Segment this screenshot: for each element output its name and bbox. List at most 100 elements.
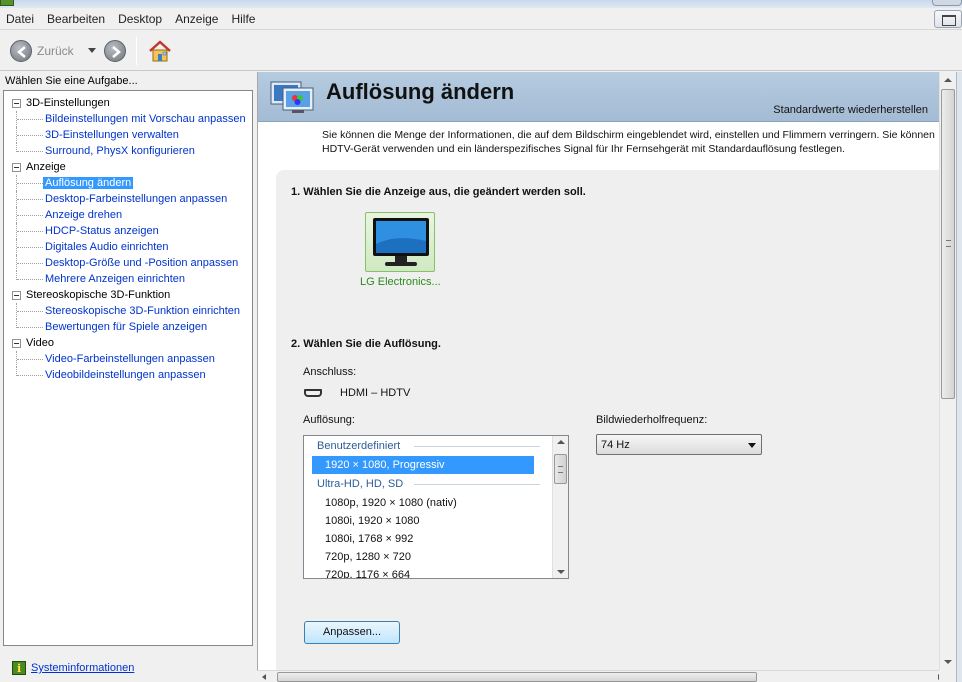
main-vertical-scrollbar[interactable] bbox=[939, 72, 956, 670]
list-item-selected[interactable]: 1920 × 1080, Progressiv bbox=[312, 456, 534, 474]
tree-item-label[interactable]: Mehrere Anzeigen einrichten bbox=[45, 273, 185, 285]
back-arrow-icon[interactable] bbox=[10, 40, 32, 62]
tree-category-3d[interactable]: 3D-Einstellungen bbox=[10, 95, 252, 111]
menu-anzeige[interactable]: Anzeige bbox=[175, 12, 218, 26]
collapse-icon[interactable] bbox=[12, 163, 21, 172]
tree-item[interactable]: Surround, PhysX konfigurieren bbox=[10, 143, 252, 159]
tree-item-label[interactable]: Video-Farbeinstellungen anpassen bbox=[45, 353, 215, 365]
menu-bearbeiten[interactable]: Bearbeiten bbox=[47, 12, 105, 26]
monitor-icon bbox=[373, 218, 429, 266]
list-item[interactable]: 1080i, 1768 × 992 bbox=[304, 530, 534, 548]
scroll-up-icon[interactable] bbox=[557, 440, 565, 444]
scroll-thumb[interactable] bbox=[554, 454, 567, 484]
category-label: 3D-Einstellungen bbox=[26, 97, 110, 109]
menu-bar: Datei Bearbeiten Desktop Anzeige Hilfe bbox=[0, 8, 962, 30]
tree-item-label[interactable]: 3D-Einstellungen verwalten bbox=[45, 129, 179, 141]
tree-category-video[interactable]: Video bbox=[10, 335, 252, 351]
list-item[interactable]: 1080i, 1920 × 1080 bbox=[304, 512, 534, 530]
intro-text: Sie können die Menge der Informationen, … bbox=[322, 128, 942, 156]
scroll-left-icon[interactable] bbox=[262, 674, 266, 680]
list-item[interactable]: 720p, 1280 × 720 bbox=[304, 548, 534, 566]
menu-hilfe[interactable]: Hilfe bbox=[231, 12, 255, 26]
scroll-down-icon[interactable] bbox=[944, 660, 952, 664]
forward-arrow-icon[interactable] bbox=[104, 40, 126, 62]
tree-item[interactable]: Digitales Audio einrichten bbox=[10, 239, 252, 255]
tree-item-label[interactable]: Desktop-Farbeinstellungen anpassen bbox=[45, 193, 227, 205]
home-icon[interactable] bbox=[148, 39, 172, 63]
listbox-scrollbar[interactable] bbox=[552, 436, 568, 578]
tree-item-selected[interactable]: Auflösung ändern bbox=[10, 175, 252, 191]
maximize-icon[interactable] bbox=[934, 10, 962, 28]
tree-category-stereo[interactable]: Stereoskopische 3D-Funktion bbox=[10, 287, 252, 303]
task-tree: 3D-Einstellungen Bildeinstellungen mit V… bbox=[3, 90, 253, 646]
history-dropdown-icon[interactable] bbox=[88, 48, 96, 53]
chevron-down-icon bbox=[748, 443, 756, 448]
tree-item-label[interactable]: HDCP-Status anzeigen bbox=[45, 225, 159, 237]
tree-item[interactable]: Bildeinstellungen mit Vorschau anpassen bbox=[10, 111, 252, 127]
display-settings-icon bbox=[270, 81, 314, 113]
tree-item[interactable]: Anzeige drehen bbox=[10, 207, 252, 223]
window-title-strip bbox=[0, 0, 962, 8]
intro-line: HDTV-Gerät verwenden und ein länderspezi… bbox=[322, 143, 845, 155]
tree-item[interactable]: Videobildeinstellungen anpassen bbox=[10, 367, 252, 383]
system-info-link[interactable]: Systeminformationen bbox=[31, 662, 134, 674]
tree-category-anzeige[interactable]: Anzeige bbox=[10, 159, 252, 175]
refresh-rate-label: Bildwiederholfrequenz: bbox=[596, 414, 708, 426]
tree-item[interactable]: Desktop-Größe und -Position anpassen bbox=[10, 255, 252, 271]
page-banner: Auflösung ändern Standardwerte wiederher… bbox=[258, 72, 947, 122]
tree-item-label[interactable]: Anzeige drehen bbox=[45, 209, 122, 221]
task-panel-header: Wählen Sie eine Aufgabe... bbox=[5, 75, 138, 87]
tree-item-label[interactable]: Surround, PhysX konfigurieren bbox=[45, 145, 195, 157]
scroll-thumb[interactable] bbox=[277, 672, 757, 682]
tree-item-label[interactable]: Stereoskopische 3D-Funktion einrichten bbox=[45, 305, 240, 317]
tree-item[interactable]: Stereoskopische 3D-Funktion einrichten bbox=[10, 303, 252, 319]
list-group-header: Ultra-HD, HD, SD bbox=[304, 474, 568, 494]
collapse-icon[interactable] bbox=[12, 291, 21, 300]
refresh-rate-select[interactable]: 74 Hz bbox=[596, 434, 762, 455]
resolution-label: Auflösung: bbox=[303, 414, 355, 426]
collapse-icon[interactable] bbox=[12, 99, 21, 108]
resolution-listbox[interactable]: Benutzerdefiniert 1920 × 1080, Progressi… bbox=[303, 435, 569, 579]
scroll-down-icon[interactable] bbox=[557, 570, 565, 574]
group-label: Benutzerdefiniert bbox=[317, 440, 401, 452]
main-horizontal-scrollbar[interactable] bbox=[257, 670, 947, 682]
tree-item[interactable]: HDCP-Status anzeigen bbox=[10, 223, 252, 239]
list-item[interactable]: 720p, 1176 × 664 bbox=[304, 566, 534, 578]
hdmi-icon bbox=[304, 389, 322, 397]
page-title: Auflösung ändern bbox=[326, 79, 515, 104]
tree-item[interactable]: Mehrere Anzeigen einrichten bbox=[10, 271, 252, 287]
list-item[interactable]: 1080p, 1920 × 1080 (nativ) bbox=[304, 494, 534, 512]
connection-value: HDMI – HDTV bbox=[340, 387, 411, 399]
scroll-up-icon[interactable] bbox=[944, 78, 952, 82]
restore-defaults-link[interactable]: Standardwerte wiederherstellen bbox=[773, 104, 928, 116]
tree-item-label[interactable]: Videobildeinstellungen anpassen bbox=[45, 369, 206, 381]
tree-item[interactable]: 3D-Einstellungen verwalten bbox=[10, 127, 252, 143]
tree-item-label[interactable]: Digitales Audio einrichten bbox=[45, 241, 169, 253]
connection-label: Anschluss: bbox=[303, 366, 357, 378]
collapse-icon[interactable] bbox=[12, 339, 21, 348]
list-group-header: Benutzerdefiniert bbox=[304, 436, 568, 456]
menu-desktop[interactable]: Desktop bbox=[118, 12, 162, 26]
system-info-row: Systeminformationen bbox=[12, 660, 134, 676]
monitor-tile[interactable] bbox=[365, 212, 435, 272]
tree-item[interactable]: Desktop-Farbeinstellungen anpassen bbox=[10, 191, 252, 207]
tree-item-label[interactable]: Bildeinstellungen mit Vorschau anpassen bbox=[45, 113, 246, 125]
category-label: Video bbox=[26, 337, 54, 349]
section-1-title: 1. Wählen Sie die Anzeige aus, die geänd… bbox=[291, 186, 586, 198]
customize-button[interactable]: Anpassen... bbox=[304, 621, 400, 644]
tree-item-label[interactable]: Auflösung ändern bbox=[43, 177, 134, 189]
tree-item[interactable]: Video-Farbeinstellungen anpassen bbox=[10, 351, 252, 367]
tree-item[interactable]: Bewertungen für Spiele anzeigen bbox=[10, 319, 252, 335]
scroll-thumb[interactable] bbox=[941, 89, 955, 399]
back-button-label[interactable]: Zurück bbox=[37, 44, 74, 58]
window-control-button[interactable] bbox=[932, 0, 962, 6]
group-divider bbox=[414, 446, 540, 447]
info-icon bbox=[12, 661, 26, 675]
tree-item-label[interactable]: Desktop-Größe und -Position anpassen bbox=[45, 257, 238, 269]
monitor-label[interactable]: LG Electronics... bbox=[360, 276, 441, 288]
tree-item-label[interactable]: Bewertungen für Spiele anzeigen bbox=[45, 321, 207, 333]
nvidia-app-icon bbox=[0, 0, 14, 6]
group-label: Ultra-HD, HD, SD bbox=[317, 478, 404, 490]
menu-datei[interactable]: Datei bbox=[6, 12, 34, 26]
toolbar-separator bbox=[136, 37, 137, 65]
